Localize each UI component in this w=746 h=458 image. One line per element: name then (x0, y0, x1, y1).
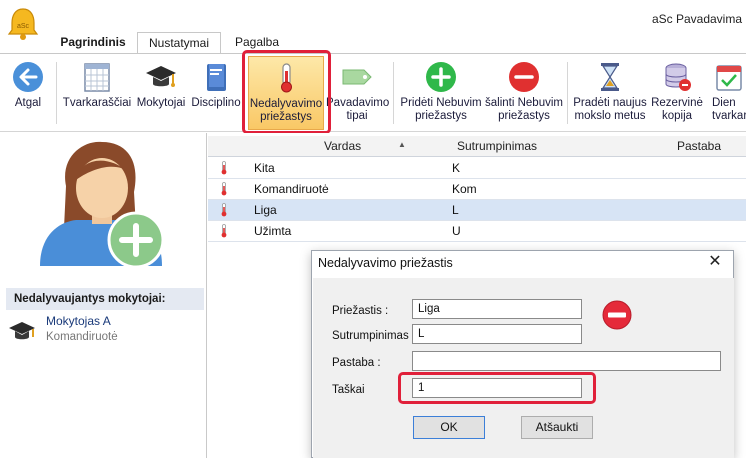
table-row-selected[interactable]: Liga L (208, 200, 746, 221)
app-bell-logo[interactable]: aSc (6, 6, 40, 42)
table-row[interactable]: Kita K (208, 158, 746, 179)
reason-label: Priežastis : (332, 305, 389, 317)
note-label: Pastaba : (332, 357, 381, 369)
back-button-label: Atgal (14, 97, 42, 109)
tab-home[interactable]: Pagrindinis (50, 32, 136, 53)
new-school-year-button[interactable]: Pradėti naujus mokslo metus (570, 56, 650, 130)
note-field[interactable] (412, 351, 721, 371)
column-header-note[interactable]: Pastaba (677, 139, 721, 153)
timetables-button[interactable]: Tvarkaraščiai (62, 56, 132, 130)
row-name: Kita (254, 161, 275, 175)
absence-reason-dialog: Nedalyvavimo priežastis ✕ Priežastis : S… (311, 250, 734, 458)
backup-button[interactable]: Rezervinė kopija (650, 56, 704, 130)
row-abbreviation: Kom (452, 182, 477, 196)
ribbon-separator (393, 62, 394, 124)
thermometer-icon (221, 224, 227, 238)
highlight-frame (242, 50, 331, 134)
row-abbreviation: L (452, 203, 459, 217)
subjects-button[interactable]: Disciplino (190, 56, 242, 130)
svg-text:aSc: aSc (17, 23, 30, 30)
row-name: Liga (254, 203, 277, 217)
ribbon-toolbar: Atgal Tvarkaraščiai Mokytojai Disciplino (0, 53, 746, 132)
backup-label: Rezervinė kopija (651, 97, 703, 122)
column-header-name[interactable]: Vardas (324, 139, 361, 153)
thermometer-icon (221, 203, 227, 217)
add-absence-reason-button[interactable]: Pridėti Nebuvim priežastys (398, 56, 484, 130)
add-teacher-avatar-icon[interactable] (36, 136, 166, 268)
stop-icon (602, 300, 632, 330)
book-icon (207, 64, 226, 91)
tag-icon (342, 69, 372, 85)
new-school-year-label: Pradėti naujus mokslo metus (573, 97, 647, 122)
row-name: Užimta (254, 224, 292, 238)
graduation-cap-icon (9, 322, 35, 340)
timetable-grid-icon (84, 63, 110, 92)
column-header-abbreviation[interactable]: Sutrumpinimas (457, 139, 537, 153)
cancel-button[interactable]: Atšaukti (521, 416, 593, 439)
left-pane: Nedalyvaujantys mokytojai: Mokytojas A K… (0, 133, 207, 458)
highlight-frame (398, 372, 596, 404)
row-abbreviation: K (452, 161, 461, 175)
absent-teacher-name[interactable]: Mokytojas A (46, 314, 111, 328)
hourglass-icon (601, 63, 619, 91)
ribbon-separator (567, 62, 568, 124)
database-icon (665, 63, 691, 91)
remove-absence-reason-button[interactable]: šalinti Nebuvim priežastys (484, 56, 564, 130)
add-absence-reason-label: Pridėti Nebuvim priežastys (400, 97, 482, 122)
absent-teachers-header: Nedalyvaujantys mokytojai: (6, 288, 204, 310)
minus-circle-icon (509, 62, 539, 92)
table-row[interactable]: Užimta U (208, 221, 746, 242)
thermometer-icon (221, 182, 227, 196)
tab-settings[interactable]: Nustatymai (137, 32, 221, 54)
row-name: Komandiruotė (254, 182, 329, 196)
table-row[interactable]: Komandiruotė Kom (208, 179, 746, 200)
sort-ascending-icon: ▲ (398, 140, 406, 149)
back-button[interactable]: Atgal (2, 56, 54, 130)
remove-absence-reason-label: šalinti Nebuvim priežastys (485, 97, 563, 122)
abbreviation-field[interactable] (412, 324, 582, 344)
row-abbreviation: U (452, 224, 461, 238)
dialog-body: Priežastis : Sutrumpinimas Pastaba : Taš… (313, 278, 734, 458)
thermometer-icon (221, 161, 227, 175)
dialog-title: Nedalyvavimo priežastis (318, 256, 453, 270)
abbreviation-label: Sutrumpinimas (332, 330, 409, 342)
subjects-label: Disciplino (191, 97, 241, 109)
ok-button[interactable]: OK (413, 416, 485, 439)
daily-timetable-label: Dien tvarkara (712, 97, 746, 122)
points-label: Taškai (332, 384, 365, 396)
ribbon-separator (56, 62, 57, 124)
app-title: aSc Pavadavima (651, 12, 742, 26)
back-arrow-icon (13, 62, 43, 92)
substitution-types-button[interactable]: Pavadavimo tipai (326, 56, 390, 130)
teachers-button[interactable]: Mokytojai (133, 56, 189, 130)
daily-timetable-button[interactable]: Dien tvarkara (704, 56, 746, 130)
reason-field[interactable] (412, 299, 582, 319)
plus-circle-icon (426, 62, 456, 92)
graduation-cap-icon (146, 66, 176, 87)
absent-teacher-reason: Komandiruotė (46, 331, 118, 343)
calendar-check-icon (716, 65, 742, 91)
timetables-label: Tvarkaraščiai (62, 97, 132, 109)
substitution-types-label: Pavadavimo tipai (326, 97, 390, 122)
teachers-label: Mokytojai (136, 97, 186, 109)
close-icon[interactable]: ✕ (707, 254, 723, 270)
grid-header: Vardas ▲ Sutrumpinimas Pastaba (208, 136, 746, 157)
